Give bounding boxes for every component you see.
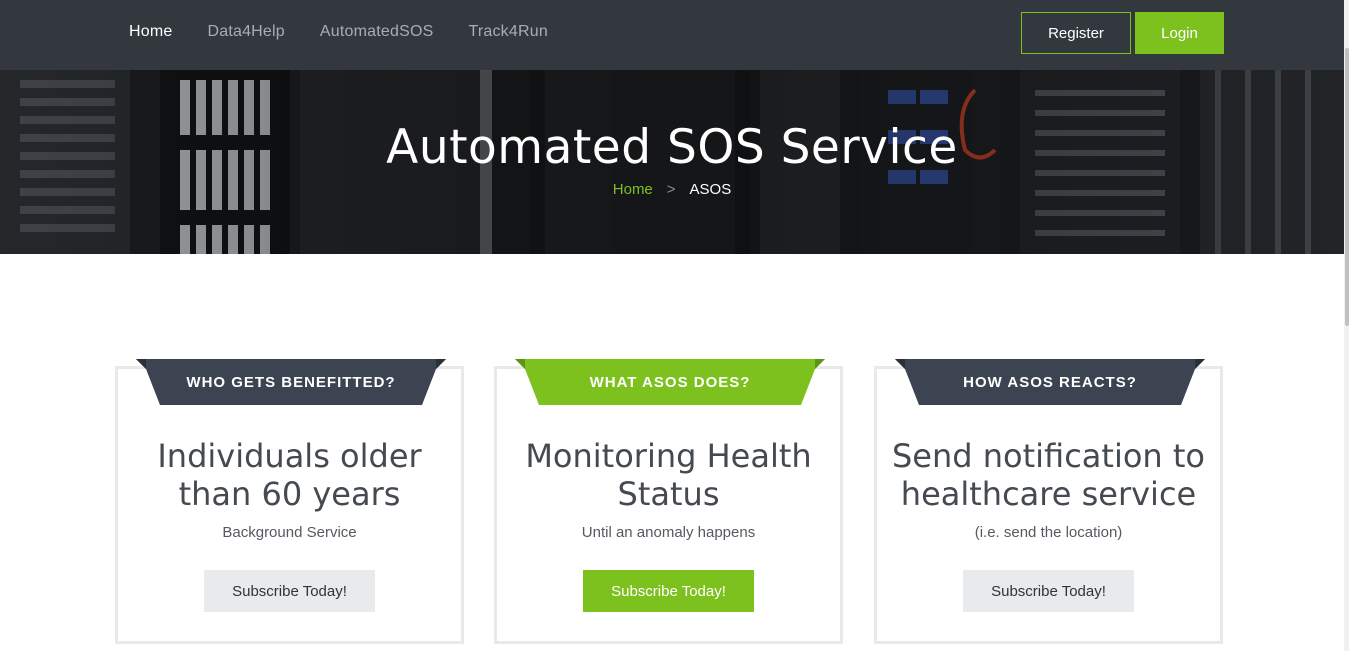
nav-link-automatedsos[interactable]: AutomatedSOS <box>320 23 434 41</box>
card-title: Individuals older than 60 years <box>157 437 422 513</box>
page-title: Automated SOS Service <box>386 120 958 175</box>
card-title: Monitoring Health Status <box>525 437 812 513</box>
breadcrumb: Home > ASOS <box>0 181 1344 198</box>
feature-card-who: WHO GETS BENEFITTED? Individuals older t… <box>115 359 464 644</box>
card-ribbon-label: WHAT ASOS DOES? <box>589 373 751 391</box>
nav-link-home[interactable]: Home <box>129 23 172 41</box>
subscribe-button[interactable]: Subscribe Today! <box>963 570 1134 612</box>
vertical-scrollbar-thumb[interactable] <box>1345 48 1349 326</box>
register-button[interactable]: Register <box>1021 12 1131 54</box>
feature-card-what: WHAT ASOS DOES? Monitoring Health Status… <box>494 359 843 644</box>
hero-banner: Automated SOS Service Home > ASOS <box>0 70 1344 254</box>
card-subtitle: Background Service <box>222 524 357 541</box>
card-title: Send notification to healthcare service <box>891 437 1205 513</box>
top-navbar: Home Data4Help AutomatedSOS Track4Run Re… <box>0 0 1344 70</box>
nav-link-track4run[interactable]: Track4Run <box>468 23 547 41</box>
nav-links: Home Data4Help AutomatedSOS Track4Run <box>129 0 583 64</box>
card-subtitle: Until an anomaly happens <box>581 524 756 541</box>
card-ribbon-label: HOW ASOS REACTS? <box>963 373 1137 391</box>
feature-card-how: HOW ASOS REACTS? Send notification to he… <box>874 359 1223 644</box>
nav-link-data4help[interactable]: Data4Help <box>207 23 284 41</box>
breadcrumb-current: ASOS <box>689 181 732 198</box>
card-subtitle: (i.e. send the location) <box>974 524 1123 541</box>
card-ribbon-label: WHO GETS BENEFITTED? <box>186 373 396 391</box>
login-button[interactable]: Login <box>1135 12 1224 54</box>
breadcrumb-separator: > <box>666 181 676 198</box>
subscribe-button[interactable]: Subscribe Today! <box>583 570 754 612</box>
subscribe-button[interactable]: Subscribe Today! <box>204 570 375 612</box>
breadcrumb-home-link[interactable]: Home <box>613 181 653 198</box>
